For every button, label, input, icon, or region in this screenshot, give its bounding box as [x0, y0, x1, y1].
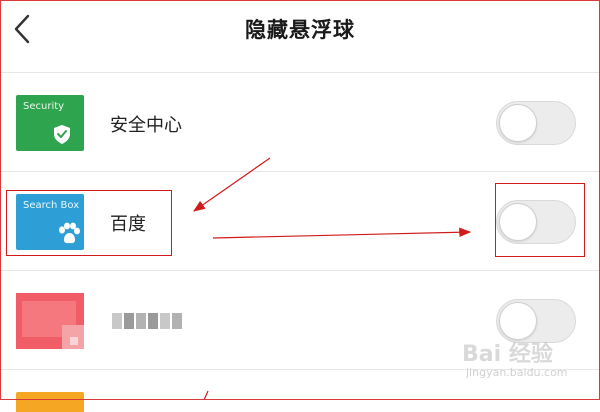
toggle-knob	[499, 302, 537, 340]
watermark-logo: Bai 经验	[462, 342, 553, 367]
app-icon	[16, 392, 84, 412]
page-title: 隐藏悬浮球	[245, 18, 355, 42]
security-toggle[interactable]	[496, 101, 576, 145]
security-app-icon: Security	[16, 95, 84, 151]
highlight-box-item	[6, 190, 172, 256]
blurred-label	[112, 313, 188, 329]
list-item-security: Security 安全中心	[0, 73, 600, 172]
icon-caption: Security	[23, 101, 65, 112]
blurred-app-icon	[16, 293, 84, 349]
watermark-url: jingyan.baidu.com	[466, 366, 568, 379]
item-label: 安全中心	[110, 115, 182, 136]
shield-check-icon	[54, 125, 70, 144]
highlight-box-toggle	[495, 183, 585, 257]
top-bar: 隐藏悬浮球	[0, 0, 600, 73]
toggle-knob	[499, 104, 537, 142]
baidu-jingyan-watermark: Bai 经验 jingyan.baidu.com	[462, 336, 592, 386]
